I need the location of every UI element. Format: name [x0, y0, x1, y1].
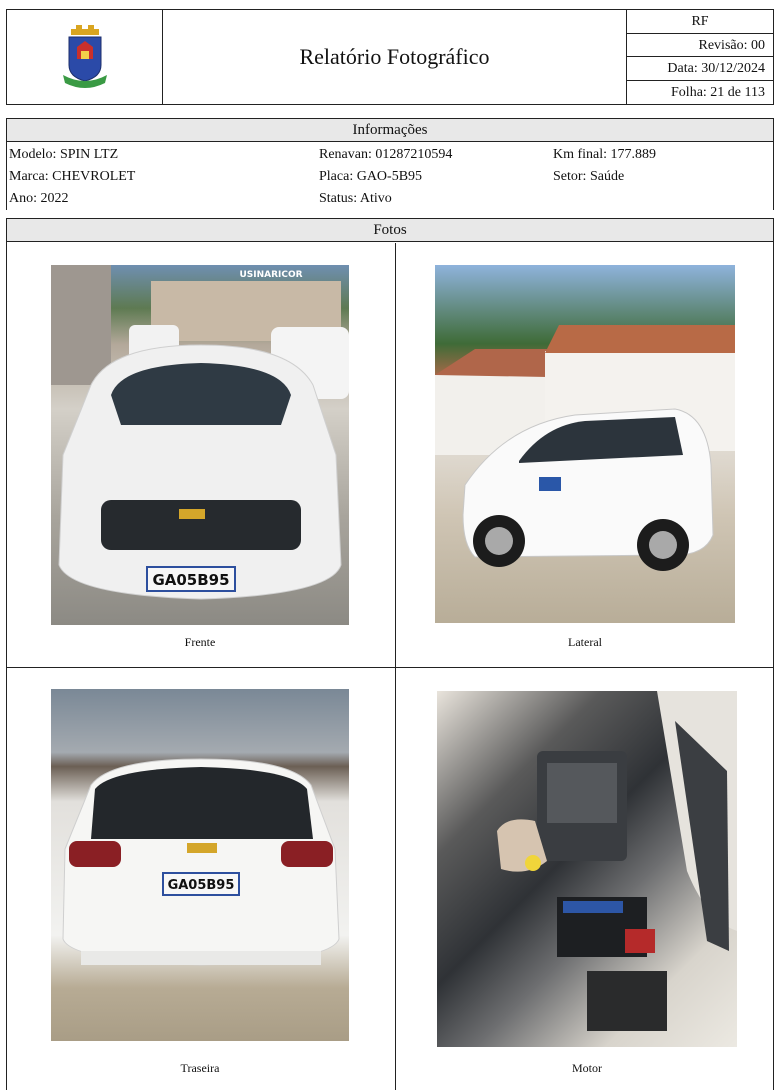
date: Data: 30/12/2024 — [627, 57, 773, 81]
placa-field: Placa: GAO-5B95 — [319, 169, 423, 184]
report-title: Relatório Fotográfico — [299, 44, 490, 69]
photo-engine — [437, 691, 737, 1047]
info-grid: Modelo: SPIN LTZ Marca: CHEVROLET Ano: 2… — [7, 142, 773, 210]
document-code: RF — [627, 10, 773, 34]
title-cell: Relatório Fotográfico — [163, 10, 627, 104]
photo-rear: GA05B95 — [51, 689, 349, 1041]
rear-car-illustration: GA05B95 — [62, 758, 340, 966]
sheet-number: Folha: 21 de 113 — [671, 84, 765, 100]
info-col-3: Km final: 177.889 Setor: Saúde — [553, 144, 656, 188]
building-sign-text: USINARICOR — [239, 270, 302, 280]
coat-of-arms-icon — [62, 25, 107, 88]
setor-field: Setor: Saúde — [553, 169, 625, 184]
photo-front: GA05B95 USINARICOR — [51, 265, 349, 625]
document-header: Relatório Fotográfico RF Revisão: 00 Dat… — [6, 9, 774, 105]
engine-illustration — [497, 691, 737, 1031]
modelo-field: Modelo: SPIN LTZ — [9, 147, 119, 162]
revision: Revisão: 00 — [627, 34, 773, 57]
ano-field: Ano: 2022 — [9, 191, 69, 206]
logo-cell — [7, 10, 163, 104]
caption-rear: Traseira — [180, 1061, 220, 1075]
caption-engine: Motor — [572, 1061, 602, 1075]
front-plate-text: GA05B95 — [152, 571, 229, 589]
info-col-2: Renavan: 01287210594 Placa: GAO-5B95 Sta… — [319, 144, 452, 210]
caption-front: Frente — [184, 635, 216, 649]
rear-plate-text: GA05B95 — [168, 878, 235, 893]
caption-side: Lateral — [568, 635, 602, 649]
km-final-field: Km final: 177.889 — [553, 147, 657, 162]
grid-divider-horizontal — [7, 667, 773, 668]
photo-side — [435, 265, 735, 623]
renavan-field: Renavan: 01287210594 — [319, 147, 453, 162]
photos-section: Fotos GA05B95 USINARICOR Frente Lateral … — [6, 218, 774, 1090]
info-heading: Informações — [7, 119, 773, 142]
status-field: Status: Ativo — [319, 191, 392, 206]
photo-grid: GA05B95 USINARICOR Frente Lateral GA05B9… — [7, 243, 773, 1090]
meta-cell: RF Revisão: 00 Data: 30/12/2024 Folha: 2… — [627, 10, 773, 104]
front-car-illustration: GA05B95 USINARICOR — [51, 265, 349, 600]
photos-heading: Fotos — [7, 219, 773, 242]
side-car-illustration — [435, 325, 735, 571]
info-section: Informações Modelo: SPIN LTZ Marca: CHEV… — [6, 118, 774, 210]
info-col-1: Modelo: SPIN LTZ Marca: CHEVROLET Ano: 2… — [9, 144, 135, 210]
marca-field: Marca: CHEVROLET — [9, 169, 136, 184]
